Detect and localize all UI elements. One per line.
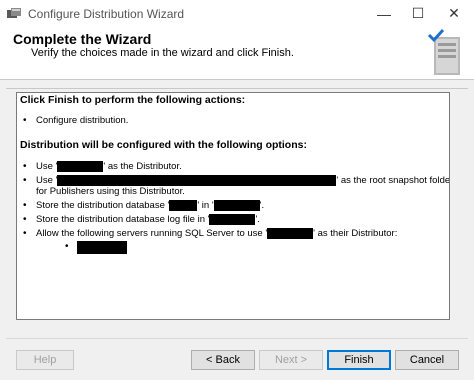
app-icon bbox=[6, 6, 22, 22]
back-button[interactable]: < Back bbox=[191, 350, 255, 370]
sub-bullet-icon: • bbox=[65, 241, 69, 252]
snapshot-option: Use ' ' as the root snapshot folder bbox=[36, 175, 450, 187]
next-button[interactable]: Next > bbox=[259, 350, 323, 370]
redacted-block bbox=[77, 241, 127, 254]
server-item bbox=[77, 241, 127, 254]
distributor-option: Use ' ' as the Distributor. bbox=[36, 161, 182, 173]
bullet-icon: • bbox=[23, 228, 27, 239]
actions-heading: Click Finish to perform the following ac… bbox=[20, 94, 246, 106]
close-button[interactable]: ✕ bbox=[437, 0, 471, 27]
redacted-block bbox=[57, 175, 337, 186]
button-separator bbox=[6, 338, 468, 339]
bullet-icon: • bbox=[23, 115, 27, 126]
bullet-icon: • bbox=[23, 200, 27, 211]
allow-servers-option: Allow the following servers running SQL … bbox=[36, 228, 398, 240]
server-check-icon bbox=[426, 28, 468, 77]
help-button[interactable]: Help bbox=[16, 350, 74, 370]
database-option: Store the distribution database ' ' in ' '… bbox=[36, 200, 265, 212]
redacted-block bbox=[169, 200, 198, 211]
header-separator bbox=[6, 88, 468, 89]
window-title: Configure Distribution Wizard bbox=[28, 6, 185, 21]
cancel-button[interactable]: Cancel bbox=[395, 350, 459, 370]
bullet-icon: • bbox=[23, 175, 27, 186]
summary-report[interactable]: Click Finish to perform the following ac… bbox=[16, 92, 450, 320]
redacted-block bbox=[209, 214, 256, 225]
bullet-icon: • bbox=[23, 161, 27, 172]
wizard-header: Complete the Wizard Verify the choices m… bbox=[0, 27, 474, 80]
redacted-block bbox=[57, 161, 104, 172]
page-title: Complete the Wizard bbox=[13, 31, 152, 47]
redacted-block bbox=[213, 200, 260, 211]
redacted-block bbox=[267, 228, 314, 239]
page-subtitle: Verify the choices made in the wizard an… bbox=[31, 47, 294, 59]
finish-button[interactable]: Finish bbox=[327, 350, 391, 370]
log-option: Store the distribution database log file… bbox=[36, 214, 260, 226]
options-heading: Distribution will be configured with the… bbox=[20, 139, 307, 151]
snapshot-option-cont: for Publishers using this Distributor. bbox=[36, 186, 185, 197]
action-item: Configure distribution. bbox=[36, 115, 129, 126]
bullet-icon: • bbox=[23, 214, 27, 225]
maximize-button[interactable]: ☐ bbox=[401, 0, 435, 27]
minimize-button[interactable]: — bbox=[367, 0, 401, 27]
